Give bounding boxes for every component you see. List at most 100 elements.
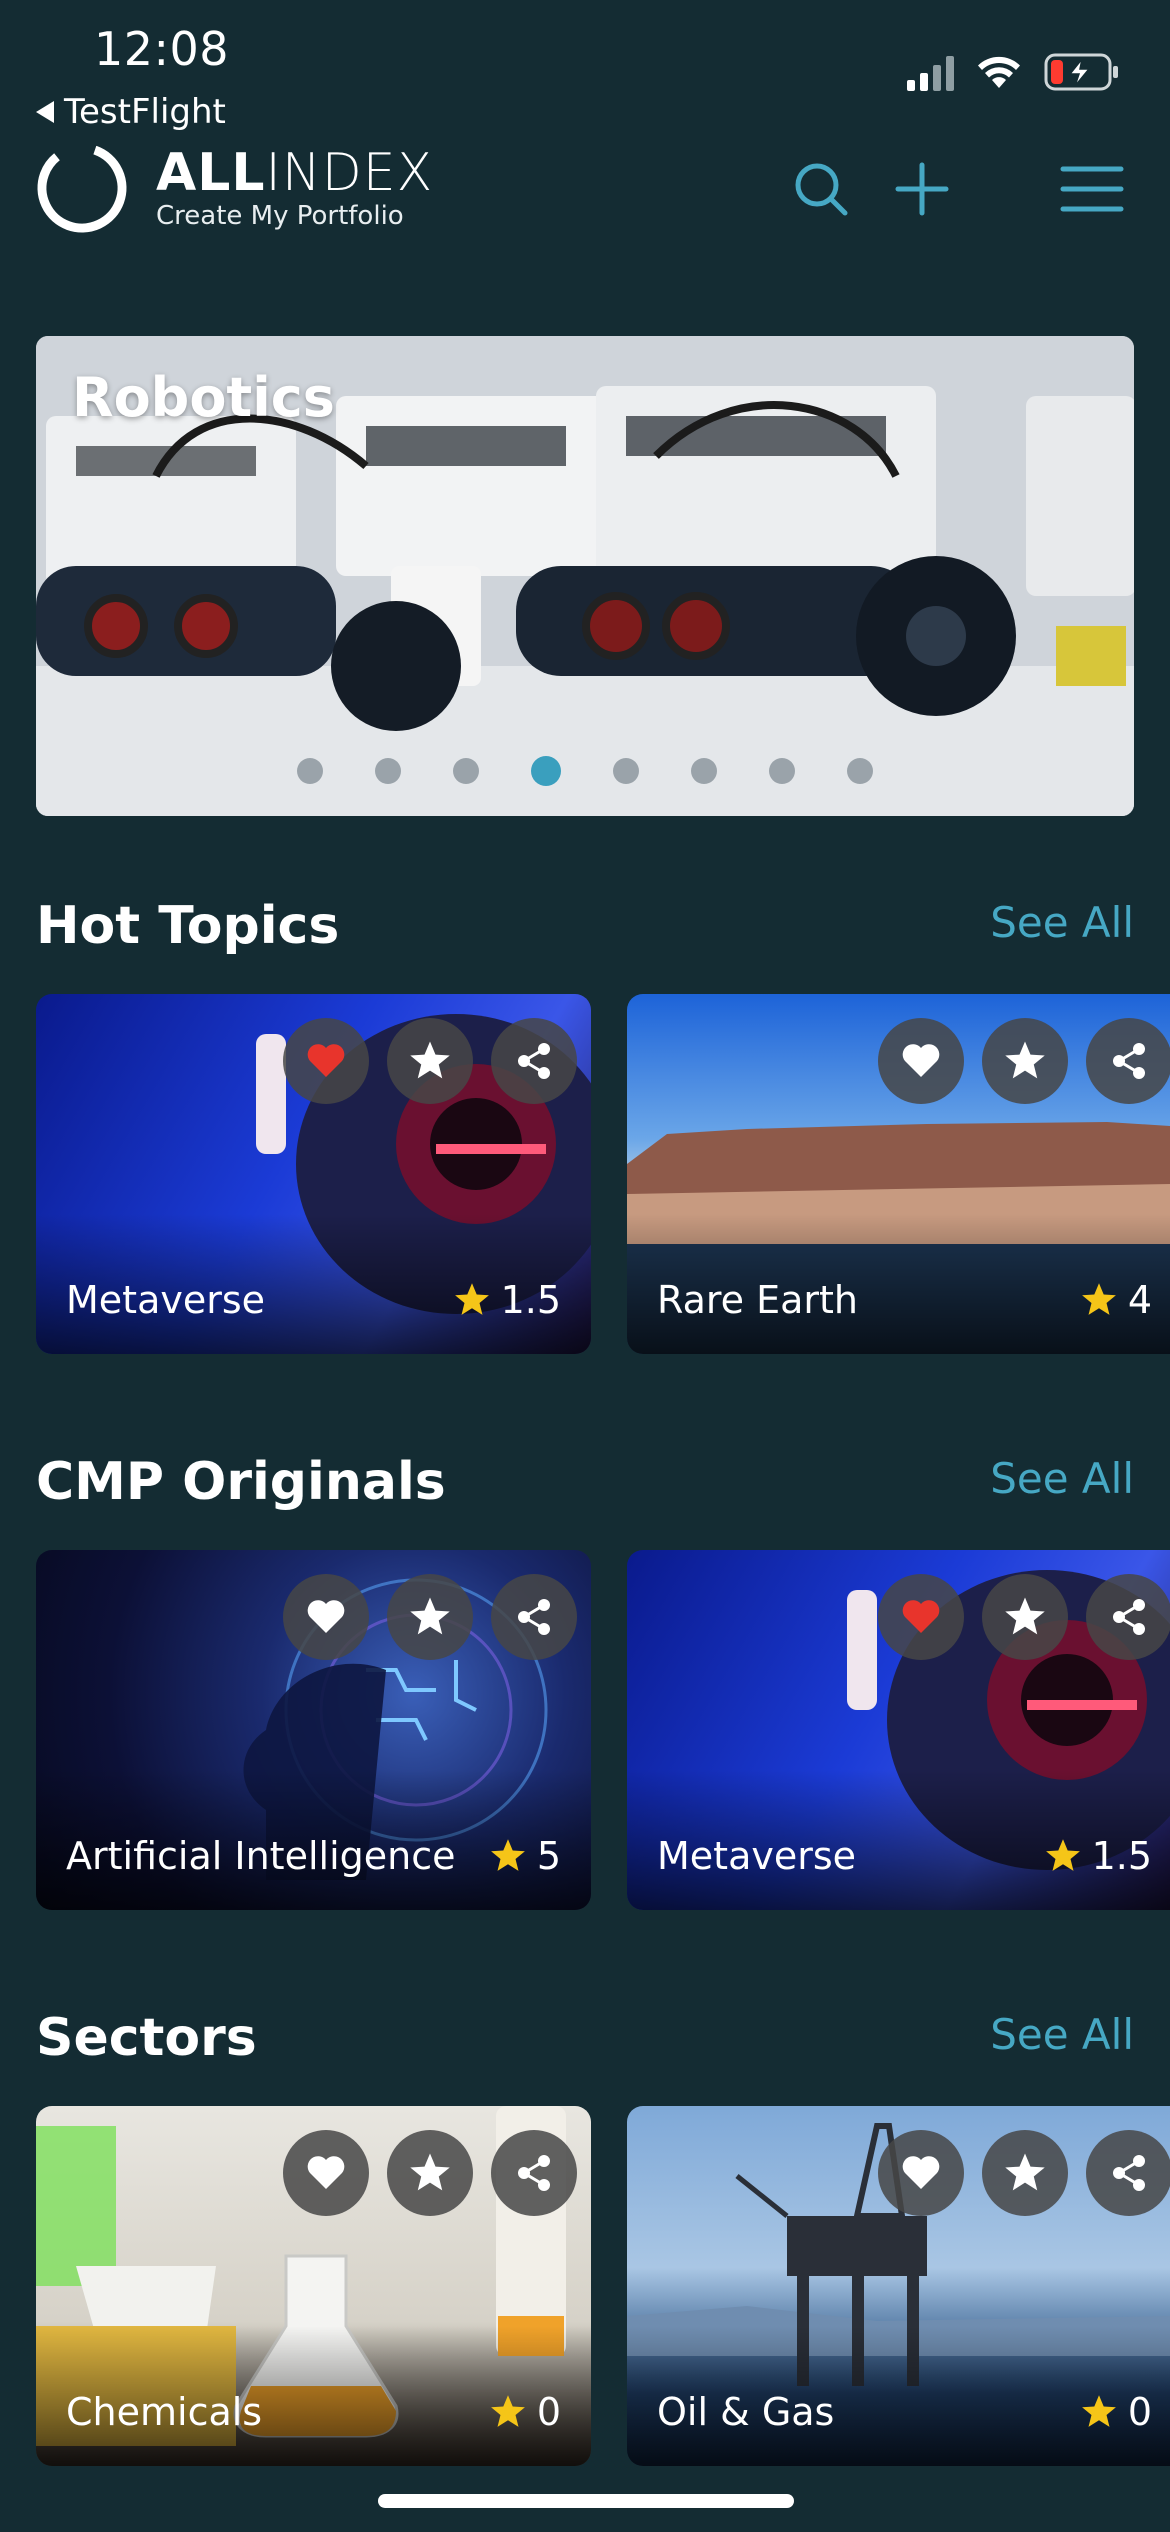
see-all-hot-topics-link[interactable]: See All [990, 898, 1134, 947]
card-rating: 5 [489, 1834, 561, 1878]
carousel-dot[interactable] [613, 758, 639, 784]
star-icon [1005, 2153, 1045, 2191]
carousel-dot[interactable] [691, 758, 717, 784]
back-to-app-link[interactable]: TestFlight [36, 92, 226, 132]
status-icons [907, 50, 1120, 94]
back-triangle-icon [36, 101, 54, 123]
rating-value: 5 [536, 1834, 561, 1878]
carousel-dot[interactable] [769, 758, 795, 784]
card-label: Chemicals [66, 2390, 263, 2434]
favorite-button[interactable] [982, 1018, 1068, 1104]
logo-text: ALLINDEX Create My Portfolio [156, 145, 433, 231]
card-actions [878, 1018, 1170, 1104]
rating-value: 0 [1127, 2390, 1152, 2434]
carousel-dot-active[interactable] [531, 756, 561, 786]
card-actions [878, 2130, 1170, 2216]
star-icon [410, 2153, 450, 2191]
card-actions [283, 1018, 577, 1104]
card-label: Artificial Intelligence [66, 1834, 456, 1878]
rating-star-icon [1081, 1283, 1116, 1315]
like-button[interactable] [283, 2130, 369, 2216]
share-button[interactable] [1086, 1574, 1170, 1660]
card-rating: 4 [1080, 1278, 1152, 1322]
star-icon [1005, 1041, 1045, 1079]
see-all-sectors-link[interactable]: See All [990, 2010, 1134, 2059]
search-icon [795, 163, 848, 216]
heart-icon [902, 1044, 940, 1077]
see-all-cmp-originals-link[interactable]: See All [990, 1454, 1134, 1503]
home-indicator[interactable] [378, 2494, 794, 2508]
carousel-dot[interactable] [453, 758, 479, 784]
add-button[interactable] [894, 161, 950, 217]
rating-value: 4 [1127, 1278, 1152, 1322]
share-icon [518, 2155, 550, 2191]
cellular-signal-icon [907, 53, 954, 91]
heart-icon [307, 2156, 345, 2189]
app-logo[interactable]: ALLINDEX Create My Portfolio [32, 138, 433, 238]
topic-card[interactable]: Metaverse 1.5 [36, 994, 591, 1354]
topic-card[interactable]: Metaverse 1.5 [627, 1550, 1170, 1910]
share-button[interactable] [1086, 2130, 1170, 2216]
share-icon [518, 1599, 550, 1635]
card-label: Oil & Gas [657, 2390, 835, 2434]
status-time: 12:08 [94, 22, 230, 76]
topic-card[interactable]: Chemicals 0 [36, 2106, 591, 2466]
share-button[interactable] [491, 2130, 577, 2216]
rating-value: 1.5 [500, 1278, 561, 1322]
search-button[interactable] [792, 160, 850, 218]
card-rating: 1.5 [453, 1278, 561, 1322]
rating-value: 0 [536, 2390, 561, 2434]
carousel-dot[interactable] [847, 758, 873, 784]
like-button[interactable] [878, 1018, 964, 1104]
card-actions [283, 1574, 577, 1660]
carousel-dot[interactable] [297, 758, 323, 784]
rating-star-icon [490, 1839, 525, 1871]
battery-low-charging-icon [1044, 53, 1118, 91]
like-button[interactable] [878, 2130, 964, 2216]
card-label: Metaverse [66, 1278, 266, 1322]
share-button[interactable] [491, 1018, 577, 1104]
star-icon [410, 1041, 450, 1079]
heart-filled-icon [307, 1044, 345, 1077]
carousel-dot[interactable] [375, 758, 401, 784]
heart-filled-icon [902, 1600, 940, 1633]
favorite-button[interactable] [387, 1574, 473, 1660]
favorite-button[interactable] [387, 2130, 473, 2216]
heart-icon [902, 2156, 940, 2189]
menu-button[interactable] [1060, 164, 1124, 214]
rating-value: 1.5 [1091, 1834, 1152, 1878]
favorite-button[interactable] [387, 1018, 473, 1104]
section-title-sectors: Sectors [36, 2008, 257, 2068]
star-icon [1005, 1597, 1045, 1635]
like-button[interactable] [878, 1574, 964, 1660]
logo-ring-icon [37, 143, 127, 233]
favorite-button[interactable] [982, 1574, 1068, 1660]
share-button[interactable] [491, 1574, 577, 1660]
section-title-cmp-originals: CMP Originals [36, 1452, 446, 1512]
rating-star-icon [1045, 1839, 1080, 1871]
topic-card[interactable]: Rare Earth 4 [627, 994, 1170, 1354]
card-actions [283, 2130, 577, 2216]
topic-card[interactable]: Oil & Gas 0 [627, 2106, 1170, 2466]
rating-star-icon [490, 2395, 525, 2427]
like-button[interactable] [283, 1574, 369, 1660]
back-app-label: TestFlight [64, 92, 226, 132]
star-icon [410, 1597, 450, 1635]
topic-card[interactable]: Artificial Intelligence 5 [36, 1550, 591, 1910]
brand-tagline: Create My Portfolio [156, 201, 404, 231]
share-icon [518, 1043, 550, 1079]
card-rating: 0 [489, 2390, 561, 2434]
favorite-button[interactable] [982, 2130, 1068, 2216]
share-icon [1113, 1043, 1145, 1079]
hero-carousel[interactable]: Robotics [36, 336, 1134, 816]
rating-star-icon [454, 1283, 489, 1315]
hamburger-menu-icon [1060, 166, 1124, 212]
card-rating: 0 [1080, 2390, 1152, 2434]
like-button[interactable] [283, 1018, 369, 1104]
section-title-hot-topics: Hot Topics [36, 896, 340, 956]
brand-name: ALLINDEX [156, 143, 434, 203]
card-rating: 1.5 [1044, 1834, 1152, 1878]
share-button[interactable] [1086, 1018, 1170, 1104]
carousel-pagination[interactable] [36, 756, 1134, 786]
share-icon [1113, 1599, 1145, 1635]
